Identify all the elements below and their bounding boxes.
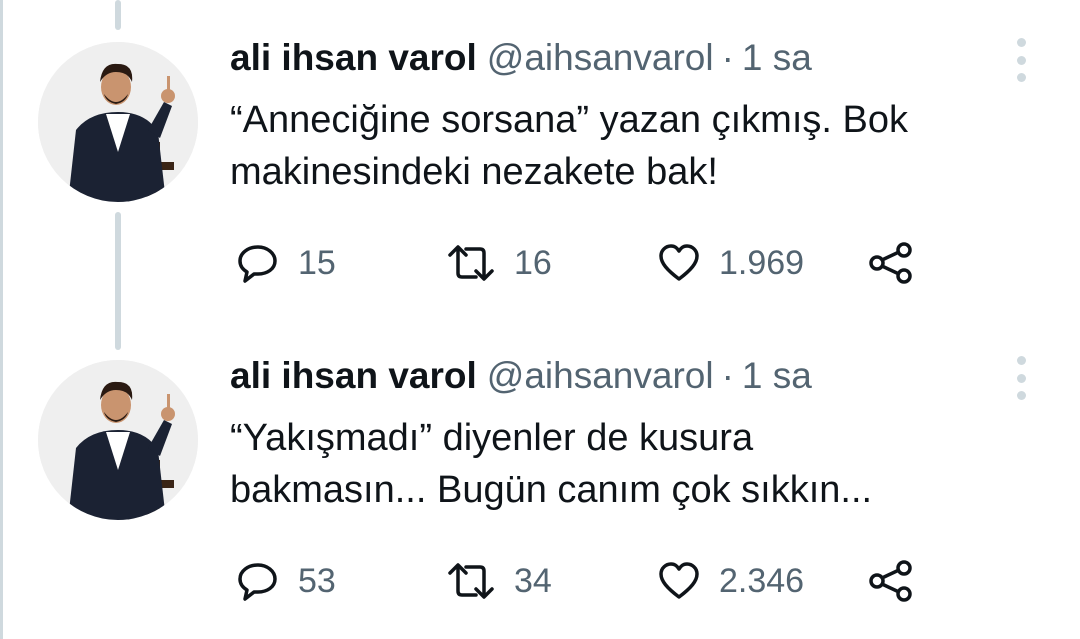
share-button[interactable]	[868, 556, 916, 606]
tweet-text-line: “Yakışmadı” diyenler de kusura	[230, 417, 754, 459]
reply-button[interactable]: 15	[236, 238, 336, 288]
more-options-icon[interactable]	[1010, 38, 1032, 82]
separator: ·	[721, 355, 734, 396]
retweet-count: 16	[514, 243, 552, 282]
retweet-button[interactable]: 34	[446, 556, 552, 606]
avatar[interactable]	[38, 360, 198, 520]
share-icon	[869, 560, 912, 602]
more-options-icon[interactable]	[1010, 356, 1032, 400]
reply-count: 53	[298, 561, 336, 600]
like-count: 1.969	[719, 243, 805, 282]
reply-count: 15	[298, 243, 336, 282]
share-button[interactable]	[868, 238, 916, 288]
tweet-header: ali ihsan varol @aihsanvarol · 1 sa	[230, 351, 812, 401]
author-name[interactable]: ali ihsan varol	[230, 37, 477, 79]
avatar-photo	[38, 42, 198, 202]
like-button[interactable]: 2.346	[657, 556, 804, 606]
share-icon	[869, 242, 912, 284]
retweet-button[interactable]: 16	[446, 238, 552, 288]
avatar-photo	[38, 360, 198, 520]
author-name[interactable]: ali ihsan varol	[230, 355, 477, 397]
tweet[interactable]: ali ihsan varol @aihsanvarol · 1 sa “Ann…	[0, 0, 1080, 300]
reply-button[interactable]: 53	[236, 556, 336, 606]
tweet-text-line: makinesindeki nezakete bak!	[230, 151, 718, 193]
separator: ·	[721, 37, 734, 78]
reply-icon	[238, 245, 277, 283]
heart-icon	[659, 562, 699, 599]
timestamp[interactable]: 1 sa	[742, 355, 812, 397]
tweet-text-line: “Anneciğine sorsana” yazan çıkmış. Bok	[230, 99, 908, 141]
tweet[interactable]: ali ihsan varol @aihsanvarol · 1 sa “Yak…	[0, 318, 1080, 618]
timestamp[interactable]: 1 sa	[742, 37, 812, 79]
like-count: 2.346	[719, 561, 805, 600]
tweet-text: “Yakışmadı” diyenler de kusura bakmasın.…	[230, 412, 1050, 516]
tweet-actions: 53 34 2.346	[0, 556, 1080, 606]
tweet-actions: 15 16 1.969	[0, 238, 1080, 288]
heart-icon	[659, 244, 699, 281]
retweet-count: 34	[514, 561, 552, 600]
author-handle[interactable]: @aihsanvarol	[487, 37, 714, 79]
avatar[interactable]	[38, 42, 198, 202]
retweet-icon	[448, 245, 494, 281]
tweet-text-line: bakmasın... Bugün canım çok sıkkın...	[230, 469, 873, 511]
retweet-icon	[448, 563, 494, 599]
reply-icon	[238, 563, 277, 601]
like-button[interactable]: 1.969	[657, 238, 804, 288]
tweet-text: “Anneciğine sorsana” yazan çıkmış. Bok m…	[230, 94, 1050, 198]
author-handle[interactable]: @aihsanvarol	[487, 355, 714, 397]
tweet-header: ali ihsan varol @aihsanvarol · 1 sa	[230, 33, 812, 83]
